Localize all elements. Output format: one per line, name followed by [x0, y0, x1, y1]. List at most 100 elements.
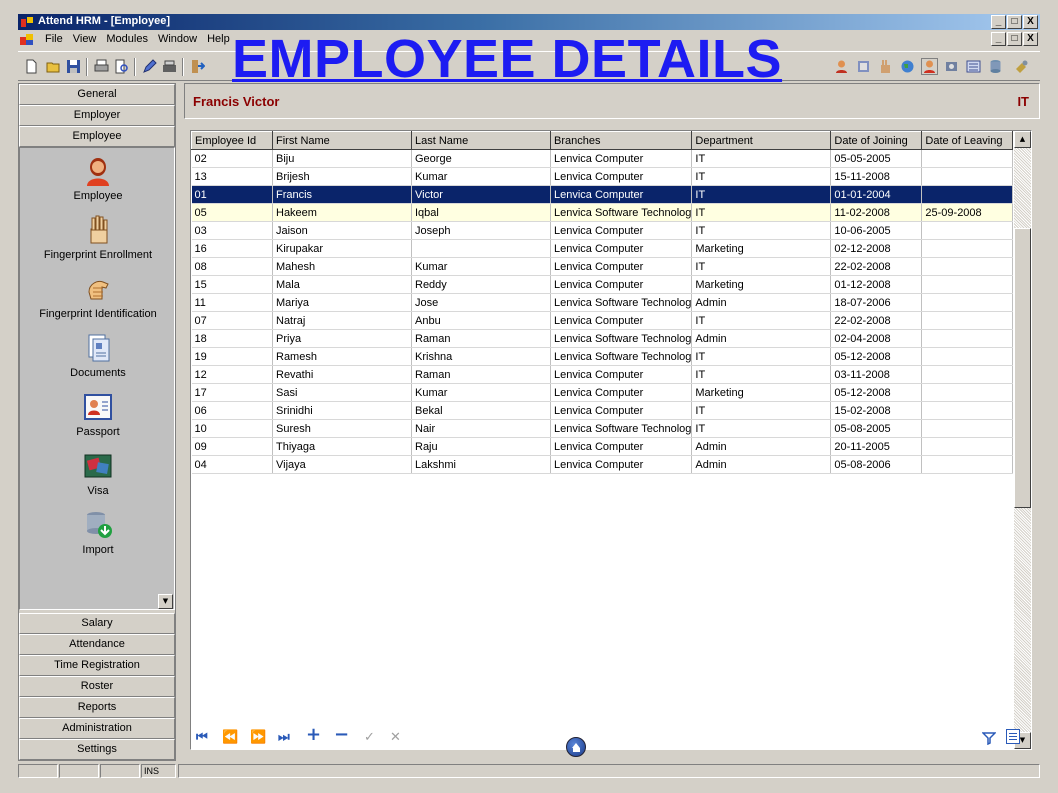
- cell-date-of-joining[interactable]: 11-02-2008: [830, 203, 923, 222]
- cell-date-of-joining[interactable]: 18-07-2006: [830, 293, 923, 312]
- cell-department[interactable]: Admin: [691, 293, 832, 312]
- cell-employee-id[interactable]: 12: [191, 365, 273, 384]
- col-header-date-of-leaving[interactable]: Date of Leaving: [921, 131, 1014, 150]
- cell-branch[interactable]: Lenvica Computer: [550, 149, 693, 168]
- table-row[interactable]: 07 Natraj Anbu Lenvica Computer IT 22-02-2008: [191, 311, 1014, 330]
- cell-first-name[interactable]: Brijesh: [272, 167, 412, 186]
- cell-last-name[interactable]: Kumar: [411, 167, 551, 186]
- nav-section-attendance[interactable]: Attendance: [19, 634, 175, 655]
- cell-employee-id[interactable]: 16: [191, 239, 273, 258]
- nav-section-employee[interactable]: Employee: [19, 126, 175, 147]
- nav-item-visa[interactable]: Visa: [20, 451, 176, 497]
- cell-employee-id[interactable]: 03: [191, 221, 273, 240]
- cell-department[interactable]: IT: [691, 347, 832, 366]
- cell-date-of-joining[interactable]: 02-04-2008: [830, 329, 923, 348]
- cell-date-of-joining[interactable]: 05-12-2008: [830, 383, 923, 402]
- cell-date-of-leaving[interactable]: [921, 185, 1014, 204]
- cell-last-name[interactable]: [411, 239, 551, 258]
- document-toolbar-icon[interactable]: [856, 59, 871, 74]
- cell-department[interactable]: Admin: [691, 437, 832, 456]
- col-header-first-name[interactable]: First Name: [272, 131, 412, 150]
- cell-date-of-leaving[interactable]: [921, 383, 1014, 402]
- cell-branch[interactable]: Lenvica Computer: [550, 221, 693, 240]
- cell-department[interactable]: IT: [691, 167, 832, 186]
- col-header-last-name[interactable]: Last Name: [411, 131, 551, 150]
- cell-last-name[interactable]: Nair: [411, 419, 551, 438]
- cell-first-name[interactable]: Mahesh: [272, 257, 412, 276]
- cell-department[interactable]: IT: [691, 419, 832, 438]
- cell-branch[interactable]: Lenvica Computer: [550, 455, 693, 474]
- cell-branch[interactable]: Lenvica Computer: [550, 257, 693, 276]
- cell-first-name[interactable]: Mariya: [272, 293, 412, 312]
- cell-date-of-joining[interactable]: 22-02-2008: [830, 311, 923, 330]
- open-folder-icon[interactable]: [46, 59, 61, 74]
- nav-section-general[interactable]: General: [19, 84, 175, 105]
- table-row[interactable]: 17 Sasi Kumar Lenvica Computer Marketing 05-1…: [191, 383, 1014, 402]
- table-row[interactable]: 18 Priya Raman Lenvica Software Technolog Ad…: [191, 329, 1014, 348]
- cancel-record-icon[interactable]: ✕: [390, 731, 401, 745]
- list-toolbar-icon[interactable]: [966, 59, 981, 74]
- table-row[interactable]: 03 Jaison Joseph Lenvica Computer IT 10-06-20…: [191, 221, 1014, 240]
- cell-branch[interactable]: Lenvica Software Technolog: [550, 329, 693, 348]
- cell-branch[interactable]: Lenvica Computer: [550, 167, 693, 186]
- cell-employee-id[interactable]: 02: [191, 149, 273, 168]
- nav-section-reports[interactable]: Reports: [19, 697, 175, 718]
- nav-item-fingerprint-identification[interactable]: Fingerprint Identification: [20, 274, 176, 320]
- delete-record-icon[interactable]: −: [334, 726, 349, 744]
- cell-first-name[interactable]: Jaison: [272, 221, 412, 240]
- cell-date-of-joining[interactable]: 22-02-2008: [830, 257, 923, 276]
- table-row[interactable]: 19 Ramesh Krishna Lenvica Software Technolo…: [191, 347, 1014, 366]
- cell-date-of-joining[interactable]: 10-06-2005: [830, 221, 923, 240]
- cell-first-name[interactable]: Sasi: [272, 383, 412, 402]
- column-list-icon[interactable]: [1006, 729, 1020, 744]
- table-row[interactable]: 15 Mala Reddy Lenvica Computer Marketing 01-1…: [191, 275, 1014, 294]
- menu-view[interactable]: View: [68, 33, 102, 45]
- globe-toolbar-icon[interactable]: [900, 59, 915, 74]
- cell-date-of-joining[interactable]: 15-02-2008: [830, 401, 923, 420]
- cell-department[interactable]: IT: [691, 221, 832, 240]
- first-record-icon[interactable]: ⏮: [196, 731, 208, 745]
- cell-first-name[interactable]: Mala: [272, 275, 412, 294]
- nav-item-passport[interactable]: Passport: [20, 392, 176, 438]
- menu-window[interactable]: Window: [153, 33, 202, 45]
- print-preview-icon[interactable]: [114, 59, 129, 74]
- cell-date-of-leaving[interactable]: [921, 293, 1014, 312]
- cell-date-of-leaving[interactable]: [921, 167, 1014, 186]
- cell-branch[interactable]: Lenvica Computer: [550, 365, 693, 384]
- cell-department[interactable]: IT: [691, 257, 832, 276]
- cell-date-of-leaving[interactable]: 25-09-2008: [921, 203, 1014, 222]
- nav-section-administration[interactable]: Administration: [19, 718, 175, 739]
- cell-last-name[interactable]: Kumar: [411, 383, 551, 402]
- table-row[interactable]: 01 Francis Victor Lenvica Computer IT 01-01-2…: [191, 185, 1014, 204]
- cell-department[interactable]: IT: [691, 149, 832, 168]
- cell-date-of-joining[interactable]: 05-08-2005: [830, 419, 923, 438]
- nav-item-import[interactable]: Import: [20, 510, 176, 556]
- cell-first-name[interactable]: Hakeem: [272, 203, 412, 222]
- table-row[interactable]: 04 Vijaya Lakshmi Lenvica Computer Admin 05-0…: [191, 455, 1014, 474]
- cell-date-of-joining[interactable]: 05-08-2006: [830, 455, 923, 474]
- cell-date-of-joining[interactable]: 03-11-2008: [830, 365, 923, 384]
- settings-toolbar-icon[interactable]: [944, 59, 959, 74]
- cell-branch[interactable]: Lenvica Computer: [550, 239, 693, 258]
- nav-section-settings[interactable]: Settings: [19, 739, 175, 760]
- cell-employee-id[interactable]: 15: [191, 275, 273, 294]
- nav-section-employer[interactable]: Employer: [19, 105, 175, 126]
- nav-section-roster[interactable]: Roster: [19, 676, 175, 697]
- cell-date-of-leaving[interactable]: [921, 329, 1014, 348]
- cell-date-of-joining[interactable]: 20-11-2005: [830, 437, 923, 456]
- cell-date-of-leaving[interactable]: [921, 365, 1014, 384]
- database-toolbar-icon[interactable]: [988, 59, 1003, 74]
- cell-employee-id[interactable]: 11: [191, 293, 273, 312]
- col-header-employee-id[interactable]: Employee Id: [191, 131, 273, 150]
- cell-date-of-leaving[interactable]: [921, 455, 1014, 474]
- cell-branch[interactable]: Lenvica Computer: [550, 437, 693, 456]
- nav-item-fingerprint-enrollment[interactable]: Fingerprint Enrollment: [20, 215, 176, 261]
- table-row[interactable]: 05 Hakeem Iqbal Lenvica Software Technolog I…: [191, 203, 1014, 222]
- cell-date-of-leaving[interactable]: [921, 419, 1014, 438]
- scroll-thumb[interactable]: [1014, 228, 1031, 508]
- cell-branch[interactable]: Lenvica Computer: [550, 383, 693, 402]
- cell-branch[interactable]: Lenvica Computer: [550, 311, 693, 330]
- cell-last-name[interactable]: Iqbal: [411, 203, 551, 222]
- cell-date-of-leaving[interactable]: [921, 257, 1014, 276]
- table-row[interactable]: 06 Srinidhi Bekal Lenvica Computer IT 15-02-2…: [191, 401, 1014, 420]
